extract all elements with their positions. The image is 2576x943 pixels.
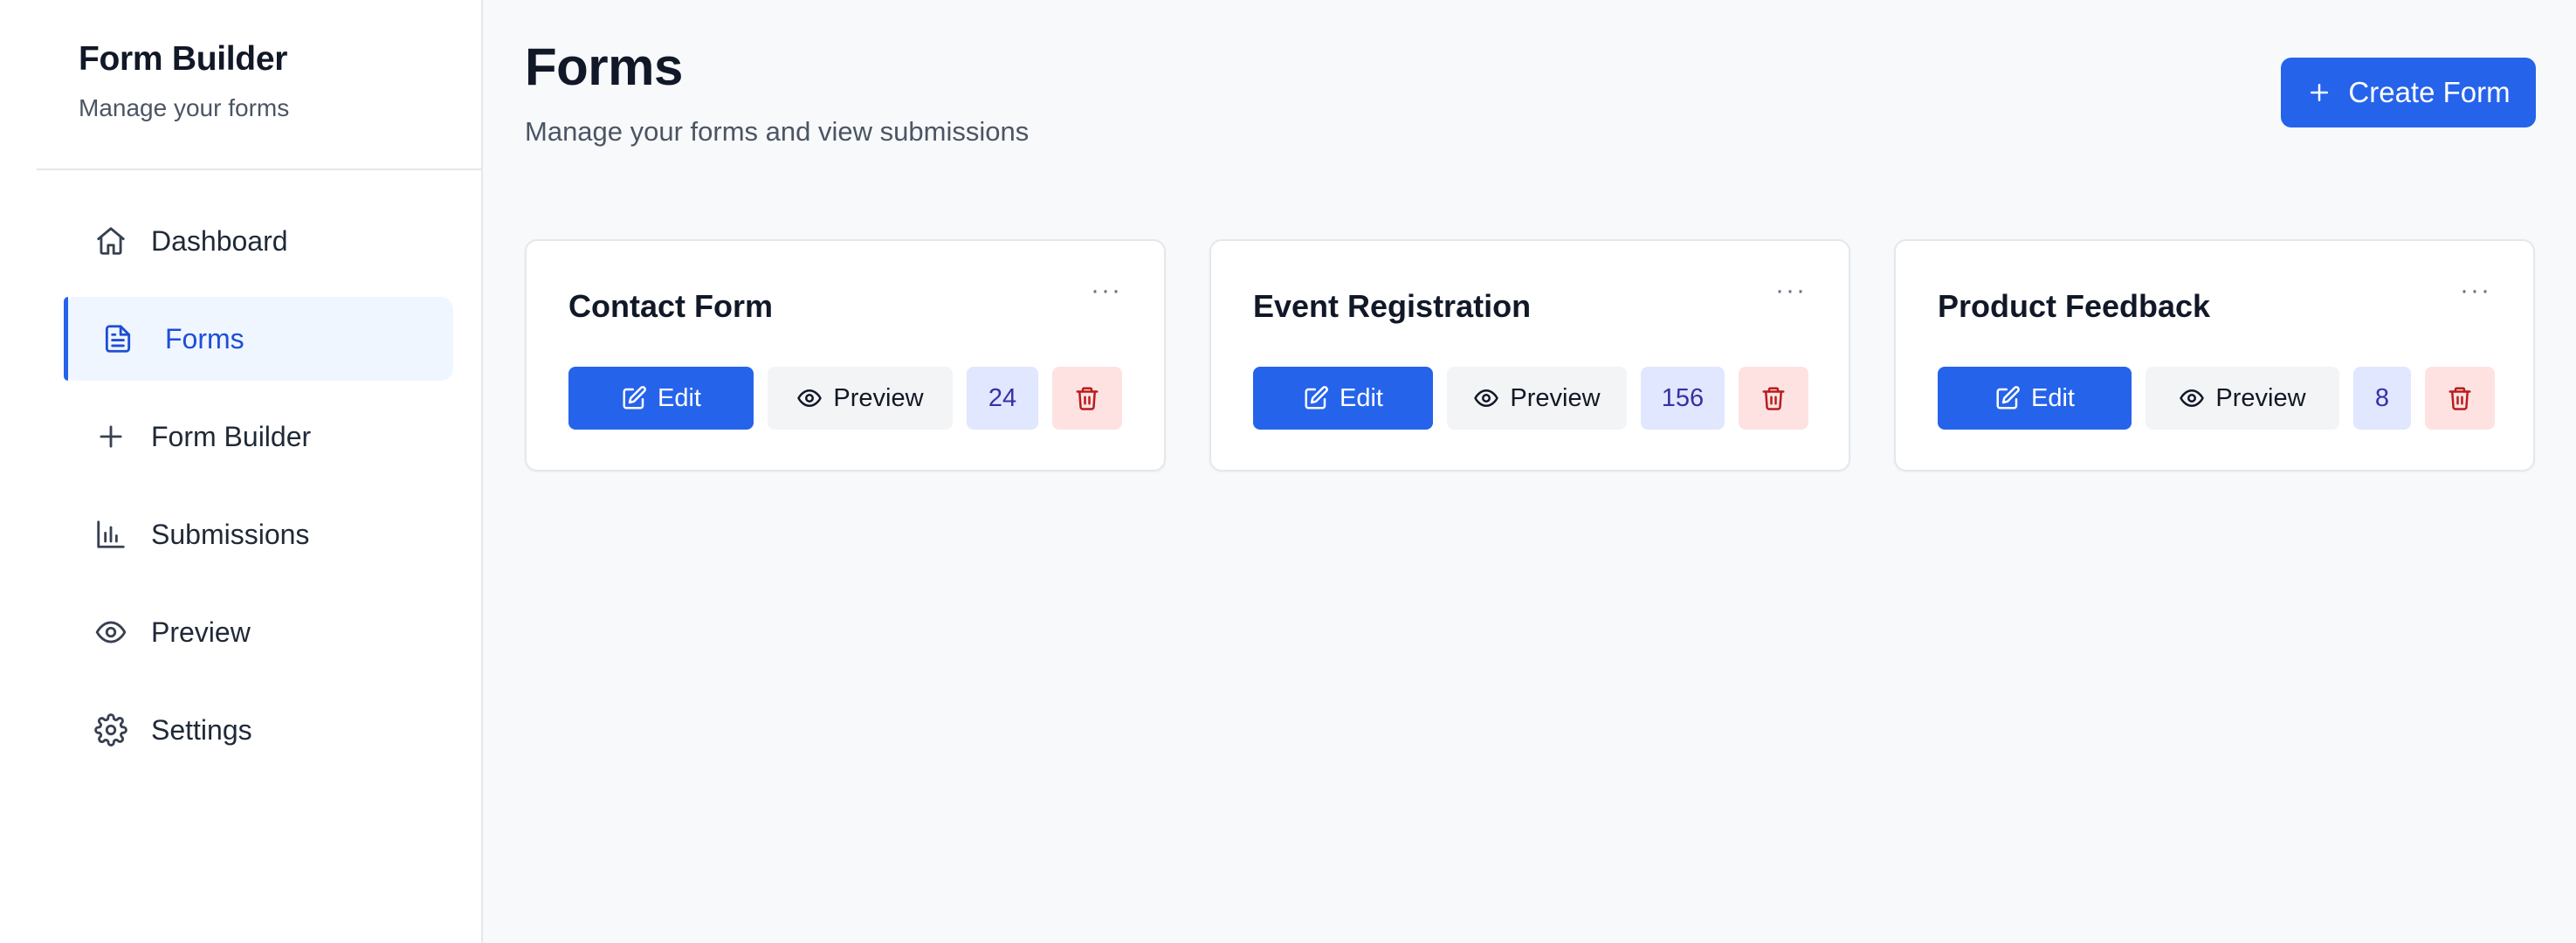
form-card: Event Registration ··· Edit Preview 156 xyxy=(1209,239,1850,472)
eye-icon xyxy=(2179,385,2205,411)
preview-button[interactable]: Preview xyxy=(2146,367,2339,430)
plus-icon xyxy=(93,419,128,454)
edit-button[interactable]: Edit xyxy=(1253,367,1433,430)
edit-label: Edit xyxy=(2031,383,2075,412)
trash-icon xyxy=(2447,385,2473,411)
more-options-icon[interactable]: ··· xyxy=(1091,276,1122,306)
sidebar-item-form-builder[interactable]: Form Builder xyxy=(64,395,453,478)
edit-icon xyxy=(1994,385,2021,411)
app-title: Form Builder xyxy=(79,40,288,78)
page-subtitle: Manage your forms and view submissions xyxy=(525,116,1030,147)
sidebar-item-settings[interactable]: Settings xyxy=(64,688,453,772)
forms-grid: Contact Form ··· Edit Preview 24 Event R… xyxy=(525,239,2535,472)
submission-count-badge[interactable]: 24 xyxy=(967,367,1038,430)
gear-icon xyxy=(93,712,128,747)
sidebar-item-preview[interactable]: Preview xyxy=(64,590,453,674)
create-form-button[interactable]: Create Form xyxy=(2281,58,2536,127)
sidebar-item-forms[interactable]: Forms xyxy=(64,297,453,381)
plus-icon xyxy=(2306,79,2332,106)
form-card-title: Contact Form xyxy=(568,288,773,324)
bar-chart-icon xyxy=(93,517,128,552)
sidebar-item-label: Form Builder xyxy=(151,420,312,452)
more-options-icon[interactable]: ··· xyxy=(2460,276,2491,306)
trash-icon xyxy=(1074,385,1100,411)
form-card-actions: Edit Preview 8 xyxy=(1938,367,2495,430)
app-subtitle: Manage your forms xyxy=(79,94,290,121)
eye-icon xyxy=(1473,385,1499,411)
sidebar-item-label: Forms xyxy=(165,322,245,354)
preview-label: Preview xyxy=(833,383,924,412)
sidebar-item-dashboard[interactable]: Dashboard xyxy=(64,199,453,283)
sidebar: Form Builder Manage your forms Dashboard… xyxy=(0,0,483,943)
preview-label: Preview xyxy=(2215,383,2306,412)
eye-icon xyxy=(93,615,128,650)
submission-count-badge[interactable]: 156 xyxy=(1641,367,1725,430)
brand: Form Builder Manage your forms xyxy=(0,0,481,169)
trash-icon xyxy=(1760,385,1787,411)
edit-label: Edit xyxy=(1340,383,1383,412)
edit-icon xyxy=(1303,385,1329,411)
form-card: Contact Form ··· Edit Preview 24 xyxy=(525,239,1166,472)
edit-button[interactable]: Edit xyxy=(1938,367,2132,430)
preview-label: Preview xyxy=(1510,383,1601,412)
sidebar-divider xyxy=(37,169,481,170)
sidebar-item-label: Submissions xyxy=(151,518,310,550)
delete-button[interactable] xyxy=(2425,367,2495,430)
main-content: Forms Manage your forms and view submiss… xyxy=(483,0,2576,943)
page-title: Forms xyxy=(525,38,683,96)
more-options-icon[interactable]: ··· xyxy=(1775,276,1807,306)
sidebar-item-submissions[interactable]: Submissions xyxy=(64,492,453,576)
form-card-title: Event Registration xyxy=(1253,288,1532,324)
preview-button[interactable]: Preview xyxy=(1447,367,1627,430)
edit-icon xyxy=(621,385,647,411)
delete-button[interactable] xyxy=(1739,367,1808,430)
file-text-icon xyxy=(100,321,135,356)
form-card-actions: Edit Preview 156 xyxy=(1253,367,1808,430)
sidebar-item-label: Dashboard xyxy=(151,224,288,257)
submission-count-badge[interactable]: 8 xyxy=(2353,367,2411,430)
form-card: Product Feedback ··· Edit Preview 8 xyxy=(1894,239,2535,472)
sidebar-item-label: Settings xyxy=(151,713,252,746)
edit-label: Edit xyxy=(658,383,701,412)
home-icon xyxy=(93,224,128,258)
form-card-title: Product Feedback xyxy=(1938,288,2211,324)
create-form-label: Create Form xyxy=(2348,76,2511,108)
eye-icon xyxy=(796,385,823,411)
edit-button[interactable]: Edit xyxy=(568,367,754,430)
form-card-actions: Edit Preview 24 xyxy=(568,367,1122,430)
sidebar-item-label: Preview xyxy=(151,616,251,648)
sidebar-nav: Dashboard Forms Form Builder Submissions xyxy=(0,169,481,772)
preview-button[interactable]: Preview xyxy=(768,367,953,430)
app-root: Form Builder Manage your forms Dashboard… xyxy=(0,0,2576,943)
delete-button[interactable] xyxy=(1052,367,1122,430)
